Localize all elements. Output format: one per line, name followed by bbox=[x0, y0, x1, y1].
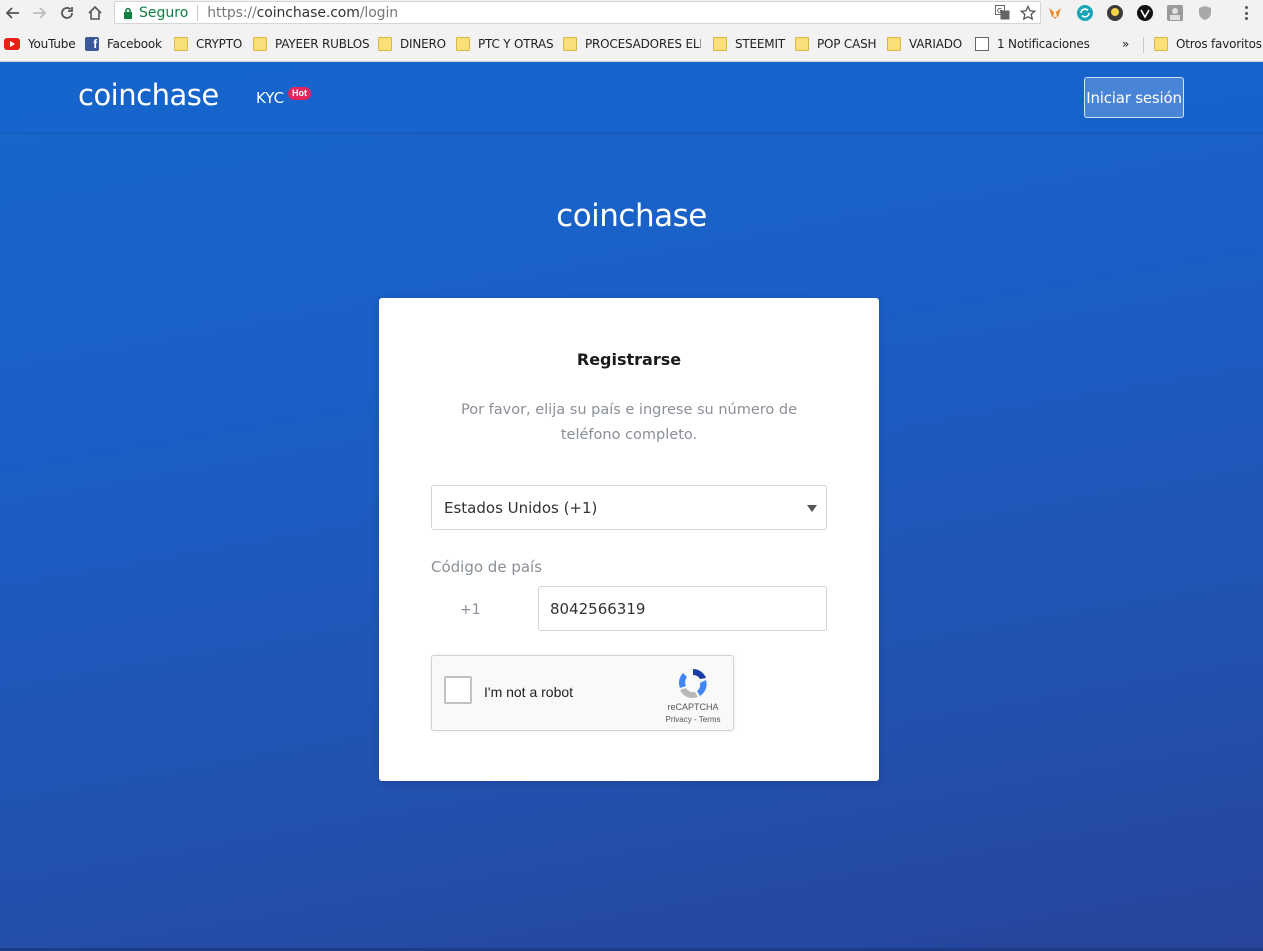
page-content: coinchase KYC Hot Iniciar sesión coincha… bbox=[0, 62, 1263, 951]
recaptcha-label: I'm not a robot bbox=[484, 684, 574, 700]
home-icon bbox=[88, 5, 102, 20]
svg-text:G: G bbox=[997, 7, 1002, 15]
bookmark-notificaciones[interactable]: 1 Notificaciones bbox=[975, 35, 1090, 53]
bookmark-procesadores[interactable]: PROCESADORES ELEC bbox=[563, 35, 701, 53]
main-logo: coinchase bbox=[556, 198, 707, 234]
page-icon bbox=[975, 37, 989, 51]
reload-icon bbox=[61, 7, 73, 19]
overflow-label: » bbox=[1122, 37, 1130, 51]
extensions bbox=[1045, 3, 1215, 23]
recaptcha-logo-icon bbox=[678, 669, 707, 699]
arrow-right-icon bbox=[33, 7, 47, 19]
profile-ext-icon[interactable] bbox=[1165, 3, 1185, 23]
recaptcha-links[interactable]: Privacy - Terms bbox=[654, 715, 732, 724]
bookmark-youtube[interactable]: YouTube bbox=[4, 35, 76, 53]
card-title: Registrarse bbox=[576, 350, 682, 369]
site-header: coinchase KYC Hot Iniciar sesión bbox=[0, 62, 1263, 132]
recaptcha-widget: I'm not a robot reCAPTCHA Privacy - Term… bbox=[431, 655, 734, 731]
bookmark-label: PAYEER RUBLOS bbox=[275, 37, 370, 51]
bulb-icon[interactable] bbox=[1105, 3, 1125, 23]
bookmark-facebook[interactable]: f Facebook bbox=[85, 35, 162, 53]
metamask-icon[interactable] bbox=[1045, 3, 1065, 23]
phone-input[interactable] bbox=[538, 586, 827, 631]
folder-icon bbox=[174, 37, 188, 51]
country-code-label: Código de país bbox=[431, 558, 543, 576]
recaptcha-checkbox[interactable] bbox=[444, 676, 472, 704]
folder-icon bbox=[563, 37, 577, 51]
bookmark-steemit[interactable]: STEEMIT bbox=[713, 35, 785, 53]
shield-v-icon[interactable] bbox=[1135, 3, 1155, 23]
bookmark-payeer-rublos[interactable]: PAYEER RUBLOS bbox=[253, 35, 370, 53]
translate-icon[interactable]: G bbox=[994, 4, 1011, 21]
folder-icon bbox=[1154, 37, 1168, 51]
home-button[interactable] bbox=[84, 2, 106, 24]
folder-icon bbox=[887, 37, 901, 51]
url-path: /login bbox=[359, 4, 399, 21]
folder-icon bbox=[795, 37, 809, 51]
bookmark-variado[interactable]: VARIADO bbox=[887, 35, 962, 53]
bookmark-dinero[interactable]: DINERO bbox=[378, 35, 446, 53]
bookmark-label: YouTube bbox=[28, 37, 76, 51]
refresh-ext-icon[interactable] bbox=[1075, 3, 1095, 23]
bookmark-label: DINERO bbox=[400, 37, 446, 51]
card-subtitle: Por favor, elija su país e ingrese su nú… bbox=[460, 402, 798, 443]
secure-label: Seguro bbox=[139, 4, 189, 21]
country-code-value: +1 bbox=[460, 602, 481, 618]
bookmark-label: STEEMIT bbox=[735, 37, 785, 51]
hot-badge: Hot bbox=[288, 87, 311, 100]
folder-icon bbox=[713, 37, 727, 51]
browser-menu-icon[interactable] bbox=[1239, 4, 1253, 22]
address-bar[interactable]: Seguro https://coinchase.com/login G bbox=[114, 1, 1041, 24]
bookmark-label: PTC Y OTRAS bbox=[478, 37, 554, 51]
shield-icon[interactable] bbox=[1195, 3, 1215, 23]
address-separator bbox=[197, 4, 199, 21]
forward-button[interactable] bbox=[28, 2, 50, 24]
bookmark-label: POP CASH bbox=[817, 37, 877, 51]
login-button[interactable]: Iniciar sesión bbox=[1084, 77, 1184, 118]
bookmarks-overflow-button[interactable]: » bbox=[1122, 35, 1129, 53]
register-card: Registrarse Por favor, elija su país e i… bbox=[379, 298, 879, 781]
star-icon[interactable] bbox=[1019, 4, 1036, 21]
reload-button[interactable] bbox=[56, 2, 78, 24]
back-button[interactable] bbox=[2, 2, 24, 24]
bookmark-label: VARIADO bbox=[909, 37, 963, 51]
bookmark-ptc-y-otras[interactable]: PTC Y OTRAS bbox=[456, 35, 554, 53]
lock-icon bbox=[123, 7, 133, 19]
url-text: https://coinchase.com/login bbox=[207, 5, 398, 21]
folder-icon bbox=[253, 37, 267, 51]
header-logo[interactable]: coinchase bbox=[78, 78, 219, 112]
facebook-icon: f bbox=[85, 37, 99, 51]
bookmark-label: 1 Notificaciones bbox=[997, 37, 1090, 51]
recaptcha-brand: reCAPTCHA bbox=[667, 702, 719, 712]
bookmark-label: Facebook bbox=[107, 37, 162, 51]
country-selected-value: Estados Unidos (+1) bbox=[444, 498, 598, 517]
bookmark-label: CRYPTO bbox=[196, 37, 243, 51]
arrow-left-icon bbox=[5, 7, 19, 19]
nav-kyc[interactable]: KYC bbox=[256, 89, 284, 107]
bookmark-crypto[interactable]: CRYPTO bbox=[174, 35, 242, 53]
bookmark-label: PROCESADORES ELEC bbox=[585, 37, 701, 51]
bookmark-other-favorites[interactable]: Otros favoritos bbox=[1154, 35, 1262, 53]
folder-icon bbox=[378, 37, 392, 51]
bookmarks-bar: YouTube f Facebook CRYPTO PAYEER RUBLOS … bbox=[0, 26, 1263, 62]
folder-icon bbox=[456, 37, 470, 51]
url-scheme: https:// bbox=[207, 4, 257, 21]
browser-toolbar: Seguro https://coinchase.com/login G bbox=[0, 0, 1263, 26]
youtube-icon bbox=[4, 38, 20, 50]
bookmark-pop-cash[interactable]: POP CASH bbox=[795, 35, 877, 53]
country-select[interactable]: Estados Unidos (+1) bbox=[431, 485, 827, 530]
bookmark-label: Otros favoritos bbox=[1176, 37, 1262, 51]
bookmarks-separator bbox=[1143, 37, 1144, 53]
url-host: coinchase.com bbox=[256, 4, 360, 21]
chevron-down-icon bbox=[807, 505, 817, 512]
